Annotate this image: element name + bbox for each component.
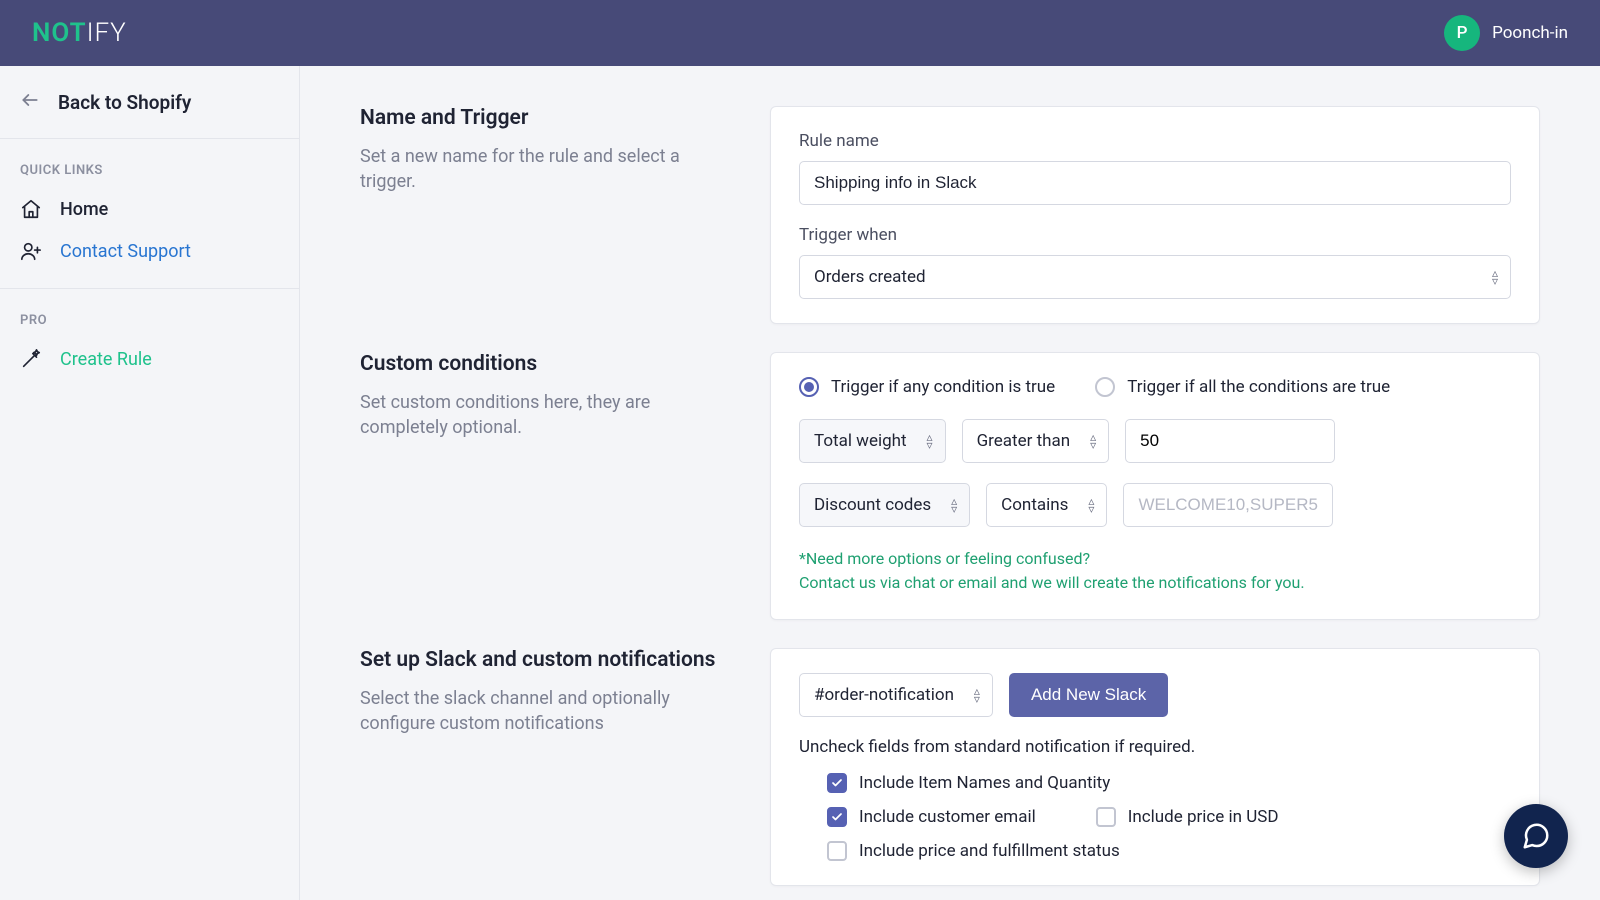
checkbox-icon bbox=[827, 807, 847, 827]
pro-header: PRO bbox=[0, 289, 299, 338]
sidebar-item-label: Create Rule bbox=[60, 349, 152, 370]
radio-all-conditions[interactable]: Trigger if all the conditions are true bbox=[1095, 377, 1390, 397]
select-value: Contains bbox=[1001, 495, 1068, 515]
chevron-updown-icon: ▵▿ bbox=[1090, 433, 1096, 449]
section-desc: Set custom conditions here, they are com… bbox=[360, 390, 720, 440]
back-label: Back to Shopify bbox=[58, 91, 191, 114]
checkbox-include-items[interactable]: Include Item Names and Quantity bbox=[827, 773, 1511, 793]
home-icon bbox=[20, 198, 44, 220]
checkbox-icon bbox=[827, 773, 847, 793]
radio-icon bbox=[1095, 377, 1115, 397]
back-to-shopify[interactable]: Back to Shopify bbox=[0, 66, 299, 139]
add-new-slack-button[interactable]: Add New Slack bbox=[1009, 673, 1168, 717]
checkbox-include-price-fulfillment[interactable]: Include price and fulfillment status bbox=[827, 841, 1511, 861]
arrow-left-icon bbox=[20, 90, 40, 114]
chat-icon bbox=[1521, 821, 1551, 851]
radio-any-condition[interactable]: Trigger if any condition is true bbox=[799, 377, 1055, 397]
section-title: Set up Slack and custom notifications bbox=[360, 648, 720, 672]
sidebar: Back to Shopify QUICK LINKS Home Contact… bbox=[0, 66, 300, 900]
condition-operator-select[interactable]: Greater than ▵▿ bbox=[962, 419, 1110, 463]
checkbox-label: Include price in USD bbox=[1128, 807, 1279, 827]
chat-widget-button[interactable] bbox=[1504, 804, 1568, 868]
wand-icon bbox=[20, 348, 44, 370]
select-value: Greater than bbox=[977, 431, 1071, 451]
radio-label: Trigger if any condition is true bbox=[831, 377, 1055, 397]
topbar: NOTIFY P Poonch-in bbox=[0, 0, 1600, 66]
logo-part1: NOT bbox=[32, 18, 87, 48]
uncheck-fields-label: Uncheck fields from standard notificatio… bbox=[799, 737, 1511, 757]
rule-name-input[interactable] bbox=[799, 161, 1511, 205]
condition-value-input[interactable] bbox=[1125, 419, 1335, 463]
section-title: Custom conditions bbox=[360, 352, 720, 376]
sidebar-item-contact-support[interactable]: Contact Support bbox=[0, 230, 299, 272]
avatar: P bbox=[1444, 15, 1480, 51]
condition-field-select[interactable]: Total weight ▵▿ bbox=[799, 419, 946, 463]
user-menu[interactable]: P Poonch-in bbox=[1444, 15, 1568, 51]
checkbox-include-email[interactable]: Include customer email bbox=[827, 807, 1036, 827]
checkbox-icon bbox=[1096, 807, 1116, 827]
chevron-updown-icon: ▵▿ bbox=[974, 687, 980, 703]
checkbox-label: Include price and fulfillment status bbox=[859, 841, 1120, 861]
sidebar-item-label: Home bbox=[60, 199, 108, 220]
condition-value-input[interactable] bbox=[1123, 483, 1333, 527]
checkbox-label: Include Item Names and Quantity bbox=[859, 773, 1110, 793]
slack-card: #order-notification ▵▿ Add New Slack Unc… bbox=[770, 648, 1540, 886]
section-desc: Set a new name for the rule and select a… bbox=[360, 144, 720, 194]
trigger-select-value: Orders created bbox=[814, 267, 926, 287]
trigger-select[interactable]: Orders created ▵▿ bbox=[799, 255, 1511, 299]
condition-field-select[interactable]: Discount codes ▵▿ bbox=[799, 483, 970, 527]
select-value: #order-notification bbox=[814, 685, 954, 705]
chevron-updown-icon: ▵▿ bbox=[1088, 497, 1094, 513]
checkbox-label: Include customer email bbox=[859, 807, 1036, 827]
checkbox-icon bbox=[827, 841, 847, 861]
name-trigger-card: Rule name Trigger when Orders created ▵▿ bbox=[770, 106, 1540, 324]
logo: NOTIFY bbox=[32, 18, 127, 48]
sidebar-item-label: Contact Support bbox=[60, 241, 191, 262]
chevron-updown-icon: ▵▿ bbox=[951, 497, 957, 513]
checkbox-include-price-usd[interactable]: Include price in USD bbox=[1096, 807, 1279, 827]
condition-operator-select[interactable]: Contains ▵▿ bbox=[986, 483, 1107, 527]
sidebar-item-home[interactable]: Home bbox=[0, 188, 299, 230]
select-value: Total weight bbox=[814, 431, 907, 451]
rule-name-label: Rule name bbox=[799, 131, 1511, 151]
radio-label: Trigger if all the conditions are true bbox=[1127, 377, 1390, 397]
quick-links-header: QUICK LINKS bbox=[0, 139, 299, 188]
sidebar-item-create-rule[interactable]: Create Rule bbox=[0, 338, 299, 380]
section-title: Name and Trigger bbox=[360, 106, 720, 130]
select-value: Discount codes bbox=[814, 495, 931, 515]
radio-icon bbox=[799, 377, 819, 397]
username: Poonch-in bbox=[1492, 23, 1568, 43]
slack-channel-select[interactable]: #order-notification ▵▿ bbox=[799, 673, 993, 717]
chevron-updown-icon: ▵▿ bbox=[927, 433, 933, 449]
logo-part2: IFY bbox=[87, 18, 127, 48]
user-plus-icon bbox=[20, 240, 44, 262]
trigger-when-label: Trigger when bbox=[799, 225, 1511, 245]
main-content: Name and Trigger Set a new name for the … bbox=[300, 66, 1600, 900]
section-desc: Select the slack channel and optionally … bbox=[360, 686, 720, 736]
help-text: *Need more options or feeling confused? … bbox=[799, 547, 1511, 595]
conditions-card: Trigger if any condition is true Trigger… bbox=[770, 352, 1540, 620]
chevron-updown-icon: ▵▿ bbox=[1492, 269, 1498, 285]
